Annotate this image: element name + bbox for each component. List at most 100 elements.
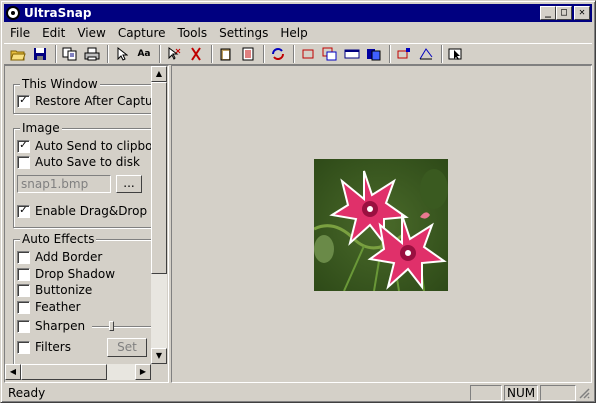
filters-label: Filters xyxy=(35,340,71,354)
menu-capture[interactable]: Capture xyxy=(112,26,172,40)
refresh-icon[interactable] xyxy=(268,45,288,63)
sharpen-slider-track[interactable] xyxy=(92,326,151,328)
scrollbar-corner xyxy=(151,364,167,380)
filename-field[interactable]: snap1.bmp xyxy=(17,175,111,193)
toolbar-separator xyxy=(159,45,161,63)
toolbar-separator xyxy=(389,45,391,63)
group-this-window: This Window ✓ Restore After Capture xyxy=(13,77,151,114)
auto-save-disk-label: Auto Save to disk xyxy=(35,155,140,169)
filters-set-button[interactable]: Set xyxy=(107,338,147,357)
filters-checkbox[interactable] xyxy=(17,340,30,354)
maximize-button[interactable]: □ xyxy=(556,6,572,20)
sharpen-label: Sharpen xyxy=(35,319,86,333)
menu-view[interactable]: View xyxy=(71,26,111,40)
capture-freehand-icon[interactable] xyxy=(416,45,436,63)
buttonize-label: Buttonize xyxy=(35,283,93,297)
capture-view[interactable] xyxy=(171,65,592,383)
horizontal-scroll-thumb[interactable] xyxy=(21,364,107,380)
status-pane-empty xyxy=(470,384,502,401)
buttonize-option[interactable]: Buttonize xyxy=(17,283,92,297)
restore-after-capture-checkbox[interactable]: ✓ xyxy=(17,94,30,108)
toolbar-separator xyxy=(211,45,213,63)
filters-option[interactable]: Filters xyxy=(17,340,71,354)
group-auto-effects: Auto Effects Add Border Drop Shadow Butt… xyxy=(13,232,151,364)
buttonize-checkbox[interactable] xyxy=(17,283,30,297)
sharpen-option[interactable]: Sharpen xyxy=(17,319,85,333)
auto-save-disk-option[interactable]: Auto Save to disk xyxy=(17,155,140,169)
group-label-this-window: This Window xyxy=(20,77,100,91)
feather-label: Feather xyxy=(35,300,81,314)
minimize-button[interactable]: _ xyxy=(540,6,556,20)
menu-help[interactable]: Help xyxy=(274,26,313,40)
paste-icon[interactable] xyxy=(238,45,258,63)
window-controls: _ □ ✕ xyxy=(540,6,590,20)
restore-after-capture-option[interactable]: ✓ Restore After Capture xyxy=(17,94,151,108)
scroll-right-arrow-icon[interactable]: ▶ xyxy=(135,364,151,380)
auto-send-clipboard-option[interactable]: ✓ Auto Send to clipboard xyxy=(17,139,151,153)
group-label-auto-effects: Auto Effects xyxy=(20,232,97,246)
scroll-left-arrow-icon[interactable]: ◀ xyxy=(5,364,21,380)
add-border-option[interactable]: Add Border xyxy=(17,250,102,264)
status-text: Ready xyxy=(8,385,46,400)
status-pane-extra xyxy=(540,384,576,401)
menu-file[interactable]: File xyxy=(4,26,36,40)
capture-rect-icon[interactable] xyxy=(298,45,318,63)
enable-drag-drop-label: Enable Drag&Drop xyxy=(35,204,148,218)
enable-drag-drop-option[interactable]: ✓ Enable Drag&Drop xyxy=(17,204,147,218)
toolbar: Aa xyxy=(4,43,592,65)
num-lock-indicator: NUM xyxy=(504,384,538,401)
group-label-image: Image xyxy=(20,121,62,135)
app-window: UltraSnap _ □ ✕ File Edit View Capture T… xyxy=(0,0,596,403)
add-border-checkbox[interactable] xyxy=(17,250,30,264)
select-arrow-icon[interactable] xyxy=(112,45,132,63)
toolbar-separator xyxy=(293,45,295,63)
group-image: Image ✓ Auto Send to clipboard Auto Save… xyxy=(13,121,151,228)
settings-icon[interactable] xyxy=(446,45,466,63)
close-button[interactable]: ✕ xyxy=(574,6,590,20)
scroll-up-arrow-icon[interactable]: ▲ xyxy=(151,66,167,82)
vertical-scroll-thumb[interactable] xyxy=(151,82,167,274)
pick-icon[interactable] xyxy=(164,45,184,63)
copy-icon[interactable] xyxy=(60,45,80,63)
title-bar[interactable]: UltraSnap _ □ ✕ xyxy=(4,4,592,22)
window-title: UltraSnap xyxy=(24,6,92,20)
options-horizontal-scrollbar[interactable]: ◀ ▶ xyxy=(5,364,151,380)
feather-checkbox[interactable] xyxy=(17,300,30,314)
clipboard-icon[interactable] xyxy=(216,45,236,63)
drop-shadow-label: Drop Shadow xyxy=(35,267,116,281)
text-aa-icon[interactable]: Aa xyxy=(134,45,154,63)
menu-settings[interactable]: Settings xyxy=(213,26,274,40)
sharpen-slider-thumb[interactable] xyxy=(108,321,114,331)
toolbar-separator xyxy=(441,45,443,63)
drop-shadow-option[interactable]: Drop Shadow xyxy=(17,267,115,281)
status-bar: Ready NUM xyxy=(4,384,592,401)
menu-bar: File Edit View Capture Tools Settings He… xyxy=(4,23,592,42)
options-panel: This Window ✓ Restore After Capture Imag… xyxy=(4,65,169,383)
toolbar-separator xyxy=(107,45,109,63)
restore-after-capture-label: Restore After Capture xyxy=(35,94,151,108)
captured-flower-image xyxy=(314,159,448,291)
save-icon[interactable] xyxy=(30,45,50,63)
auto-save-disk-checkbox[interactable] xyxy=(17,155,30,169)
open-icon[interactable] xyxy=(8,45,28,63)
capture-window-icon[interactable] xyxy=(342,45,362,63)
menu-edit[interactable]: Edit xyxy=(36,26,71,40)
print-icon[interactable] xyxy=(82,45,102,63)
sharpen-checkbox[interactable] xyxy=(17,319,30,333)
scroll-down-arrow-icon[interactable]: ▼ xyxy=(151,348,167,364)
menu-tools[interactable]: Tools xyxy=(172,26,214,40)
drop-shadow-checkbox[interactable] xyxy=(17,267,30,281)
app-icon[interactable] xyxy=(6,6,20,20)
crop-icon[interactable] xyxy=(186,45,206,63)
size-grip-icon[interactable] xyxy=(576,385,592,401)
enable-drag-drop-checkbox[interactable]: ✓ xyxy=(17,204,30,218)
feather-option[interactable]: Feather xyxy=(17,300,81,314)
toolbar-separator xyxy=(55,45,57,63)
browse-button[interactable]: ... xyxy=(116,175,142,193)
auto-send-clipboard-label: Auto Send to clipboard xyxy=(35,139,151,153)
options-vertical-scrollbar[interactable]: ▲ ▼ xyxy=(151,66,167,364)
capture-multi-icon[interactable] xyxy=(320,45,340,63)
auto-send-clipboard-checkbox[interactable]: ✓ xyxy=(17,139,30,153)
capture-object-icon[interactable] xyxy=(394,45,414,63)
capture-region-icon[interactable] xyxy=(364,45,384,63)
